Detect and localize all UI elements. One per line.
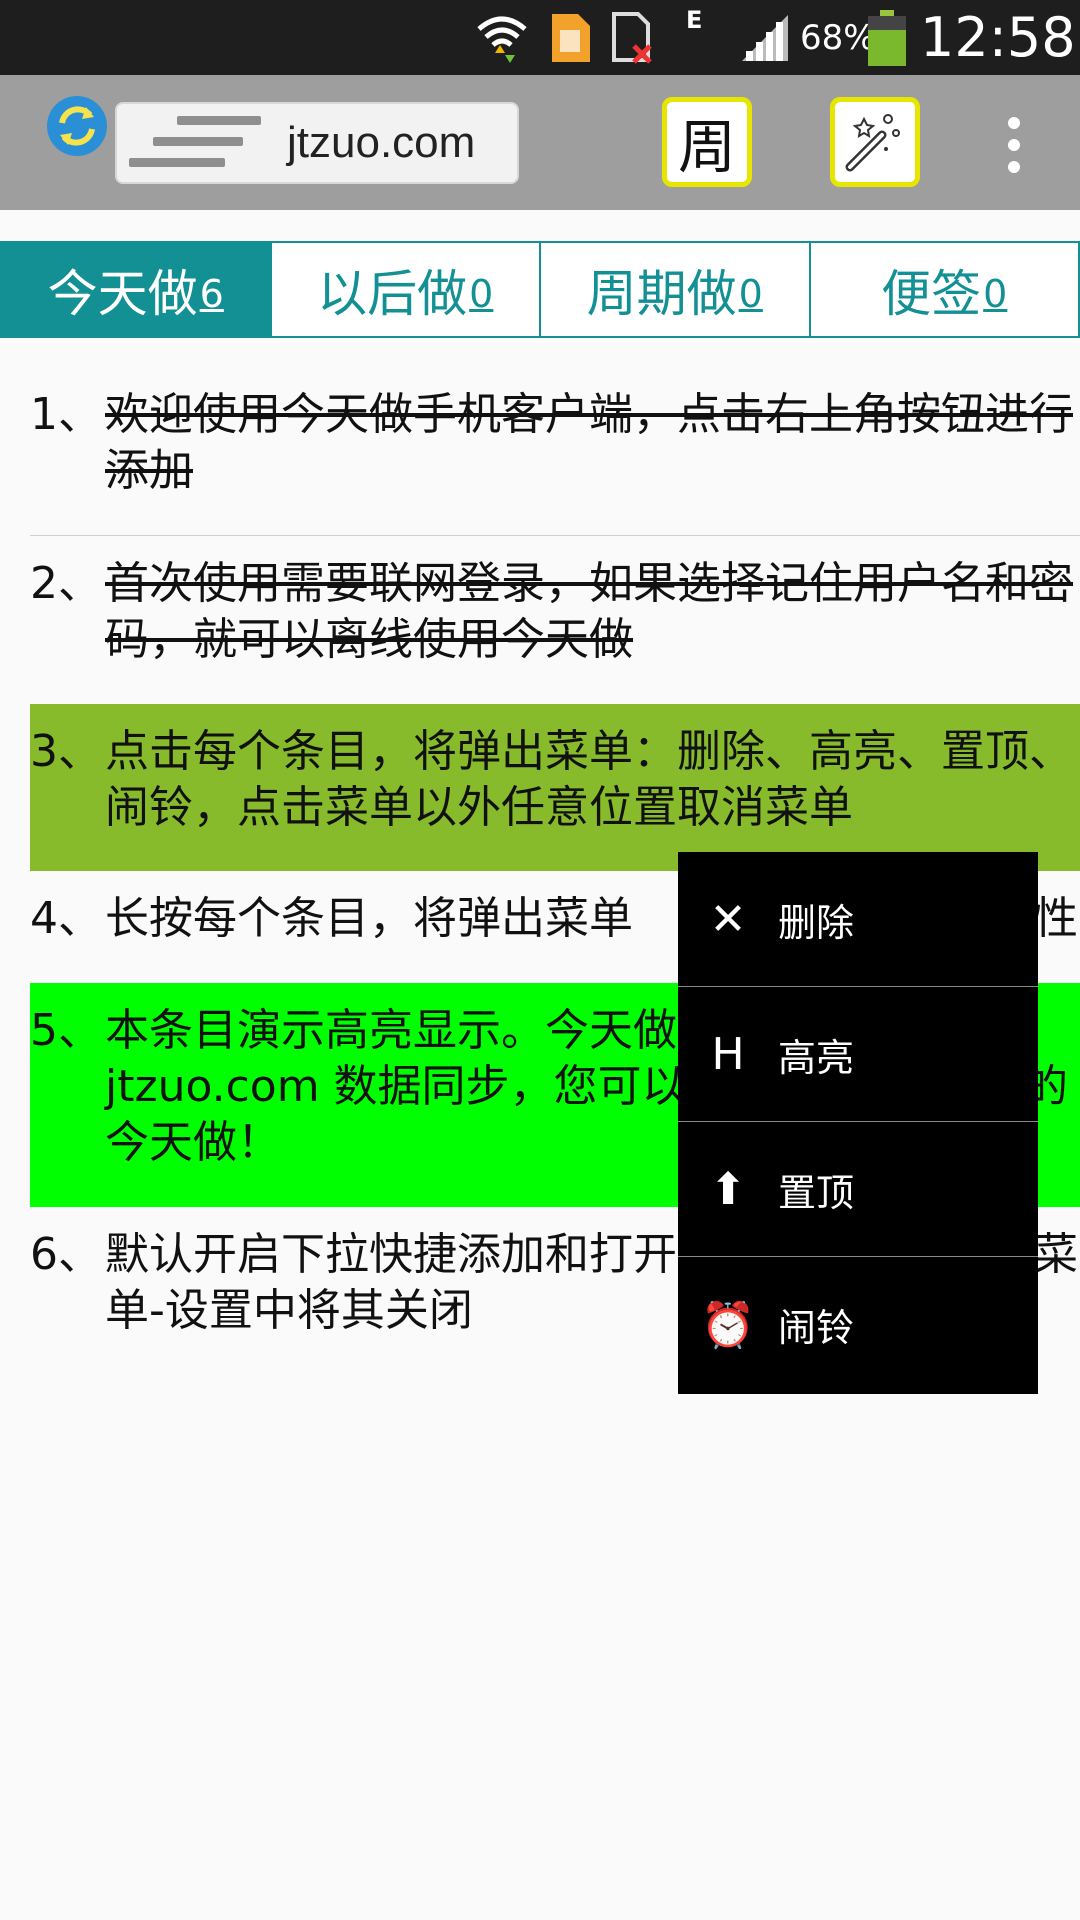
menu-item-delete[interactable]: ✕ 删除 (678, 852, 1038, 987)
tab-later[interactable]: 以后做 0 (269, 241, 541, 338)
battery-icon (868, 0, 906, 75)
tab-count: 0 (983, 272, 1008, 316)
item-text: 欢迎使用今天做手机客户端，点击右上角按钮进行添加 (105, 389, 1073, 496)
wifi-icon (475, 0, 529, 75)
battery-percent: 68% (800, 17, 876, 58)
tab-today[interactable]: 今天做 6 (0, 241, 272, 338)
magic-wand-button[interactable] (830, 97, 920, 187)
status-bar: E 68% 12:58 (0, 0, 1080, 75)
menu-item-label: 置顶 (778, 1170, 855, 1215)
tab-label: 周期做 (586, 264, 737, 323)
item-text: 首次使用需要联网登录，如果选择记住用户名和密码，就可以离线使用今天做 (105, 558, 1073, 665)
list-item[interactable]: 2、 首次使用需要联网登录，如果选择记住用户名和密码，就可以离线使用今天做 (30, 536, 1080, 704)
tab-label: 以后做 (317, 264, 468, 323)
no-sd-card-icon (610, 0, 656, 75)
action-bar: jtzuo.com 周 (0, 75, 1080, 210)
tab-label: 今天做 (47, 264, 198, 323)
sync-icon[interactable] (46, 95, 108, 157)
item-text-tail: 性 (1034, 893, 1078, 944)
tab-periodic[interactable]: 周期做 0 (539, 241, 811, 338)
tab-label: 便签 (881, 264, 982, 323)
tab-notes[interactable]: 便签 0 (808, 241, 1080, 338)
clock: 12:58 (920, 6, 1076, 69)
item-number: 5、 (30, 1005, 102, 1056)
list-item[interactable]: 3、 点击每个条目，将弹出菜单：删除、高亮、置顶、闹铃，点击菜单以外任意位置取消… (30, 704, 1080, 871)
tab-count: 0 (738, 272, 763, 316)
week-view-button[interactable]: 周 (662, 97, 752, 187)
tab-bar: 今天做 6 以后做 0 周期做 0 便签 0 (0, 241, 1080, 338)
item-number: 3、 (30, 726, 102, 777)
tab-count: 6 (199, 272, 224, 316)
overflow-menu-icon[interactable] (1000, 117, 1028, 173)
signal-icon (740, 0, 792, 75)
tab-count: 0 (469, 272, 494, 316)
menu-item-label: 高亮 (778, 1035, 855, 1080)
highlight-icon: H (711, 1028, 745, 1080)
context-menu: ✕ 删除 H 高亮 ⬆ 置顶 ⏰ 闹铃 (678, 852, 1038, 1394)
menu-item-alarm[interactable]: ⏰ 闹铃 (678, 1257, 1038, 1392)
menu-item-label: 删除 (778, 900, 855, 945)
item-text: 点击每个条目，将弹出菜单：删除、高亮、置顶、闹铃，点击菜单以外任意位置取消菜单 (105, 726, 1073, 833)
list-item[interactable]: 1、 欢迎使用今天做手机客户端，点击右上角按钮进行添加 (30, 367, 1080, 535)
sim-card-icon (548, 0, 592, 75)
item-number: 4、 (30, 893, 102, 944)
close-icon: ✕ (709, 893, 747, 945)
magic-wand-icon (845, 114, 900, 172)
menu-item-label: 闹铃 (778, 1306, 855, 1350)
app-logo: jtzuo.com (115, 102, 519, 184)
item-number: 6、 (30, 1229, 102, 1280)
logo-text: jtzuo.com (287, 118, 476, 167)
menu-item-highlight[interactable]: H 高亮 (678, 987, 1038, 1122)
item-number: 2、 (30, 558, 102, 609)
pin-top-icon: ⬆ (709, 1163, 747, 1215)
item-text-tail: 菜 (1034, 1229, 1078, 1280)
network-type: E (686, 5, 703, 34)
item-number: 1、 (30, 389, 102, 440)
menu-item-pin-top[interactable]: ⬆ 置顶 (678, 1122, 1038, 1257)
alarm-icon: ⏰ (700, 1299, 756, 1351)
